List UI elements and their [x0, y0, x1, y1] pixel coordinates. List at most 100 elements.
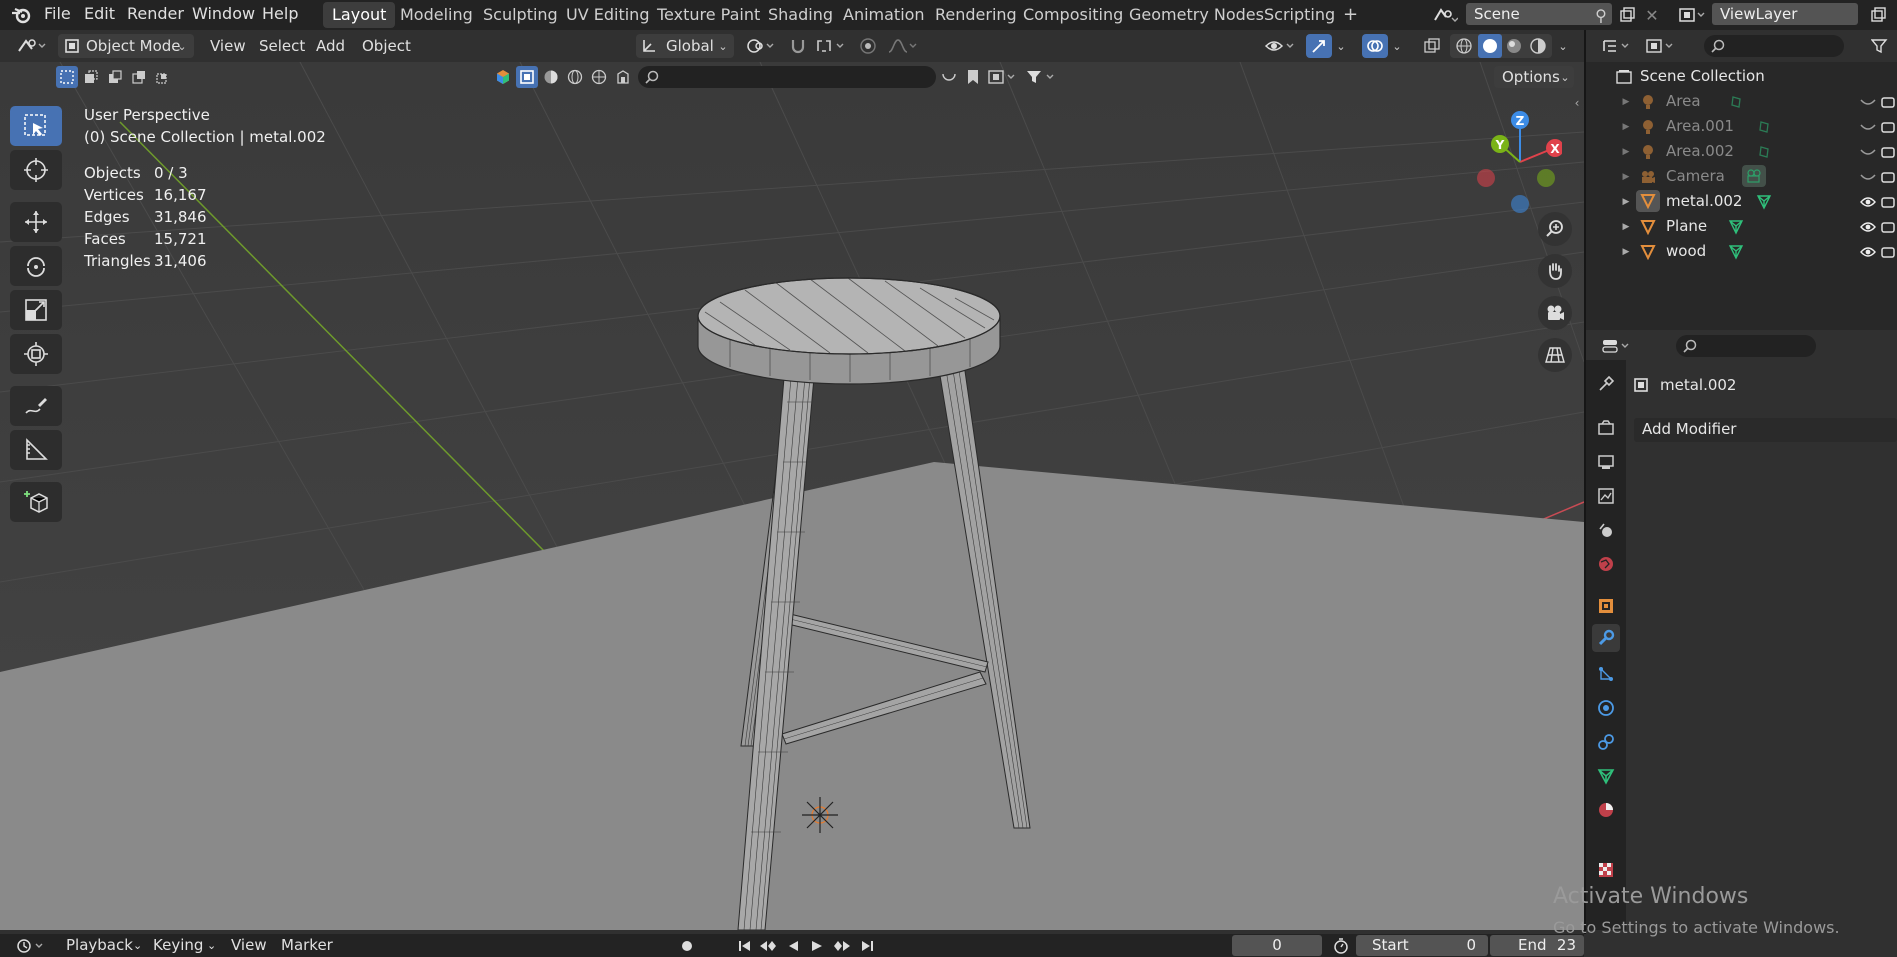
blender-logo-icon[interactable]: [8, 4, 34, 26]
solid-shading-icon[interactable]: [1478, 34, 1502, 58]
render-camera-icon[interactable]: [1880, 92, 1896, 112]
tab-shading[interactable]: Shading: [759, 2, 842, 28]
material-tab-icon[interactable]: [1594, 798, 1618, 822]
delete-scene-icon[interactable]: ✕: [1641, 4, 1663, 26]
physics-tab-icon[interactable]: [1594, 696, 1618, 720]
overlays-toggle-icon[interactable]: [1362, 34, 1388, 58]
hidden-eye-icon[interactable]: [1858, 142, 1878, 162]
scene-tab-icon[interactable]: [1594, 518, 1618, 542]
eye-icon[interactable]: [1858, 192, 1878, 212]
pin-icon[interactable]: ⚲: [1590, 4, 1612, 26]
menu-marker[interactable]: Marker: [281, 934, 333, 957]
outliner-row-plane[interactable]: ▶ Plane: [1586, 214, 1897, 239]
mode-selector[interactable]: Object Mode ⌄: [58, 34, 194, 58]
outliner-filter-icon[interactable]: [1866, 36, 1894, 56]
hidden-eye-icon[interactable]: [1858, 92, 1878, 112]
world-tab-icon[interactable]: [1594, 552, 1618, 576]
expand-arrow-icon[interactable]: ▶: [1620, 92, 1632, 112]
render-tab-icon[interactable]: [1594, 416, 1618, 440]
modifier-tab-icon[interactable]: [1592, 624, 1620, 652]
jump-start-icon[interactable]: [734, 936, 756, 956]
wireframe-shading-icon[interactable]: [1454, 36, 1474, 56]
chevron-down-icon[interactable]: ⌄: [1332, 34, 1350, 58]
render-camera-icon[interactable]: [1880, 217, 1896, 237]
jump-end-icon[interactable]: [856, 936, 878, 956]
tab-rendering[interactable]: Rendering: [926, 2, 1026, 28]
add-workspace-button[interactable]: +: [1334, 2, 1367, 28]
zoom-icon[interactable]: [1538, 212, 1572, 246]
measure-tool[interactable]: [10, 430, 62, 470]
editor-type-icon[interactable]: [12, 34, 52, 58]
menu-keying[interactable]: Keying: [153, 934, 203, 957]
menu-playback[interactable]: Playback: [66, 934, 133, 957]
tab-scripting[interactable]: Scripting: [1255, 2, 1344, 28]
tab-layout[interactable]: Layout: [323, 2, 396, 28]
expand-arrow-icon[interactable]: ▶: [1620, 142, 1632, 162]
scene-selector-icon[interactable]: [1428, 4, 1462, 26]
camera-view-icon[interactable]: [1538, 296, 1572, 330]
3d-viewport[interactable]: User Perspective (0) Scene Collection | …: [0, 62, 1584, 930]
outliner-row-wood[interactable]: ▶ wood: [1586, 239, 1897, 264]
light-object-marker[interactable]: [802, 797, 838, 833]
expand-arrow-icon[interactable]: ▶: [1620, 167, 1632, 187]
scale-tool[interactable]: [10, 290, 62, 330]
menu-window[interactable]: Window: [192, 0, 255, 30]
view-layer-field[interactable]: ViewLayer: [1712, 3, 1858, 25]
navigation-gizmo[interactable]: Z X Y: [1466, 104, 1562, 224]
menu-render[interactable]: Render: [127, 0, 184, 30]
outliner-row-camera[interactable]: ▶ Camera: [1586, 164, 1897, 189]
viewport-search-input[interactable]: [638, 66, 936, 88]
new-scene-icon[interactable]: [1616, 4, 1638, 26]
menu-edit[interactable]: Edit: [84, 0, 115, 30]
expand-arrow-icon[interactable]: ▶: [1620, 242, 1632, 262]
next-keyframe-icon[interactable]: [830, 936, 854, 956]
annotate-tool[interactable]: [10, 386, 62, 426]
render-camera-icon[interactable]: [1880, 167, 1896, 187]
tab-compositing[interactable]: Compositing: [1014, 2, 1132, 28]
outliner-editor-type-icon[interactable]: [1600, 36, 1636, 56]
sidebar-toggle-icon[interactable]: ‹: [1570, 94, 1584, 112]
view-layer-tab-icon[interactable]: [1594, 484, 1618, 508]
transform-orientation-selector[interactable]: Global ⌄: [636, 34, 734, 58]
collection-filter-icon[interactable]: [986, 66, 1020, 88]
prev-keyframe-icon[interactable]: [756, 936, 780, 956]
data-tab-icon[interactable]: [1594, 764, 1618, 788]
properties-search-input[interactable]: [1676, 335, 1816, 357]
properties-editor-type-icon[interactable]: [1600, 336, 1636, 356]
menu-view[interactable]: View: [210, 34, 246, 58]
particles-tab-icon[interactable]: [1594, 662, 1618, 686]
pan-hand-icon[interactable]: [1538, 254, 1572, 288]
snap-target-icon[interactable]: [812, 34, 852, 58]
viewport-display-scene-icon[interactable]: [588, 66, 610, 88]
select-box-subtract-icon[interactable]: [104, 66, 126, 88]
chevron-down-icon[interactable]: ⌄: [1554, 34, 1572, 58]
rendered-shading-icon[interactable]: [1528, 36, 1548, 56]
viewport-display-material-icon[interactable]: [540, 66, 562, 88]
filter-funnel-icon[interactable]: [1024, 66, 1060, 88]
menu-file[interactable]: File: [44, 0, 71, 30]
pivot-point-icon[interactable]: [744, 34, 778, 58]
add-cube-tool[interactable]: [10, 482, 62, 522]
current-frame-field[interactable]: 0: [1232, 935, 1322, 956]
tab-uv-editing[interactable]: UV Editing: [557, 2, 658, 28]
expand-arrow-icon[interactable]: ▶: [1620, 192, 1632, 212]
view-layer-selector-icon[interactable]: [1674, 4, 1710, 26]
hidden-eye-icon[interactable]: [1858, 167, 1878, 187]
add-modifier-button[interactable]: Add Modifier: [1634, 418, 1897, 442]
new-view-layer-icon[interactable]: [1866, 4, 1890, 26]
render-camera-icon[interactable]: [1880, 192, 1896, 212]
hidden-eye-icon[interactable]: [1858, 117, 1878, 137]
outliner-row-metal-002[interactable]: ▶ metal.002: [1586, 189, 1897, 214]
perspective-toggle-icon[interactable]: [1538, 338, 1572, 372]
menu-timeline-view[interactable]: View: [231, 934, 267, 957]
object-tab-icon[interactable]: [1594, 594, 1618, 618]
end-frame-field[interactable]: End 23: [1490, 935, 1584, 956]
bookmark-icon[interactable]: [962, 66, 984, 88]
material-preview-icon[interactable]: [1504, 36, 1524, 56]
object-types-icon[interactable]: [492, 66, 514, 88]
select-box-tool[interactable]: [10, 106, 62, 146]
texture-tab-icon[interactable]: [1594, 858, 1618, 882]
constraints-tab-icon[interactable]: [1594, 730, 1618, 754]
tab-modeling[interactable]: Modeling: [391, 2, 482, 28]
expand-arrow-icon[interactable]: ▶: [1620, 117, 1632, 137]
